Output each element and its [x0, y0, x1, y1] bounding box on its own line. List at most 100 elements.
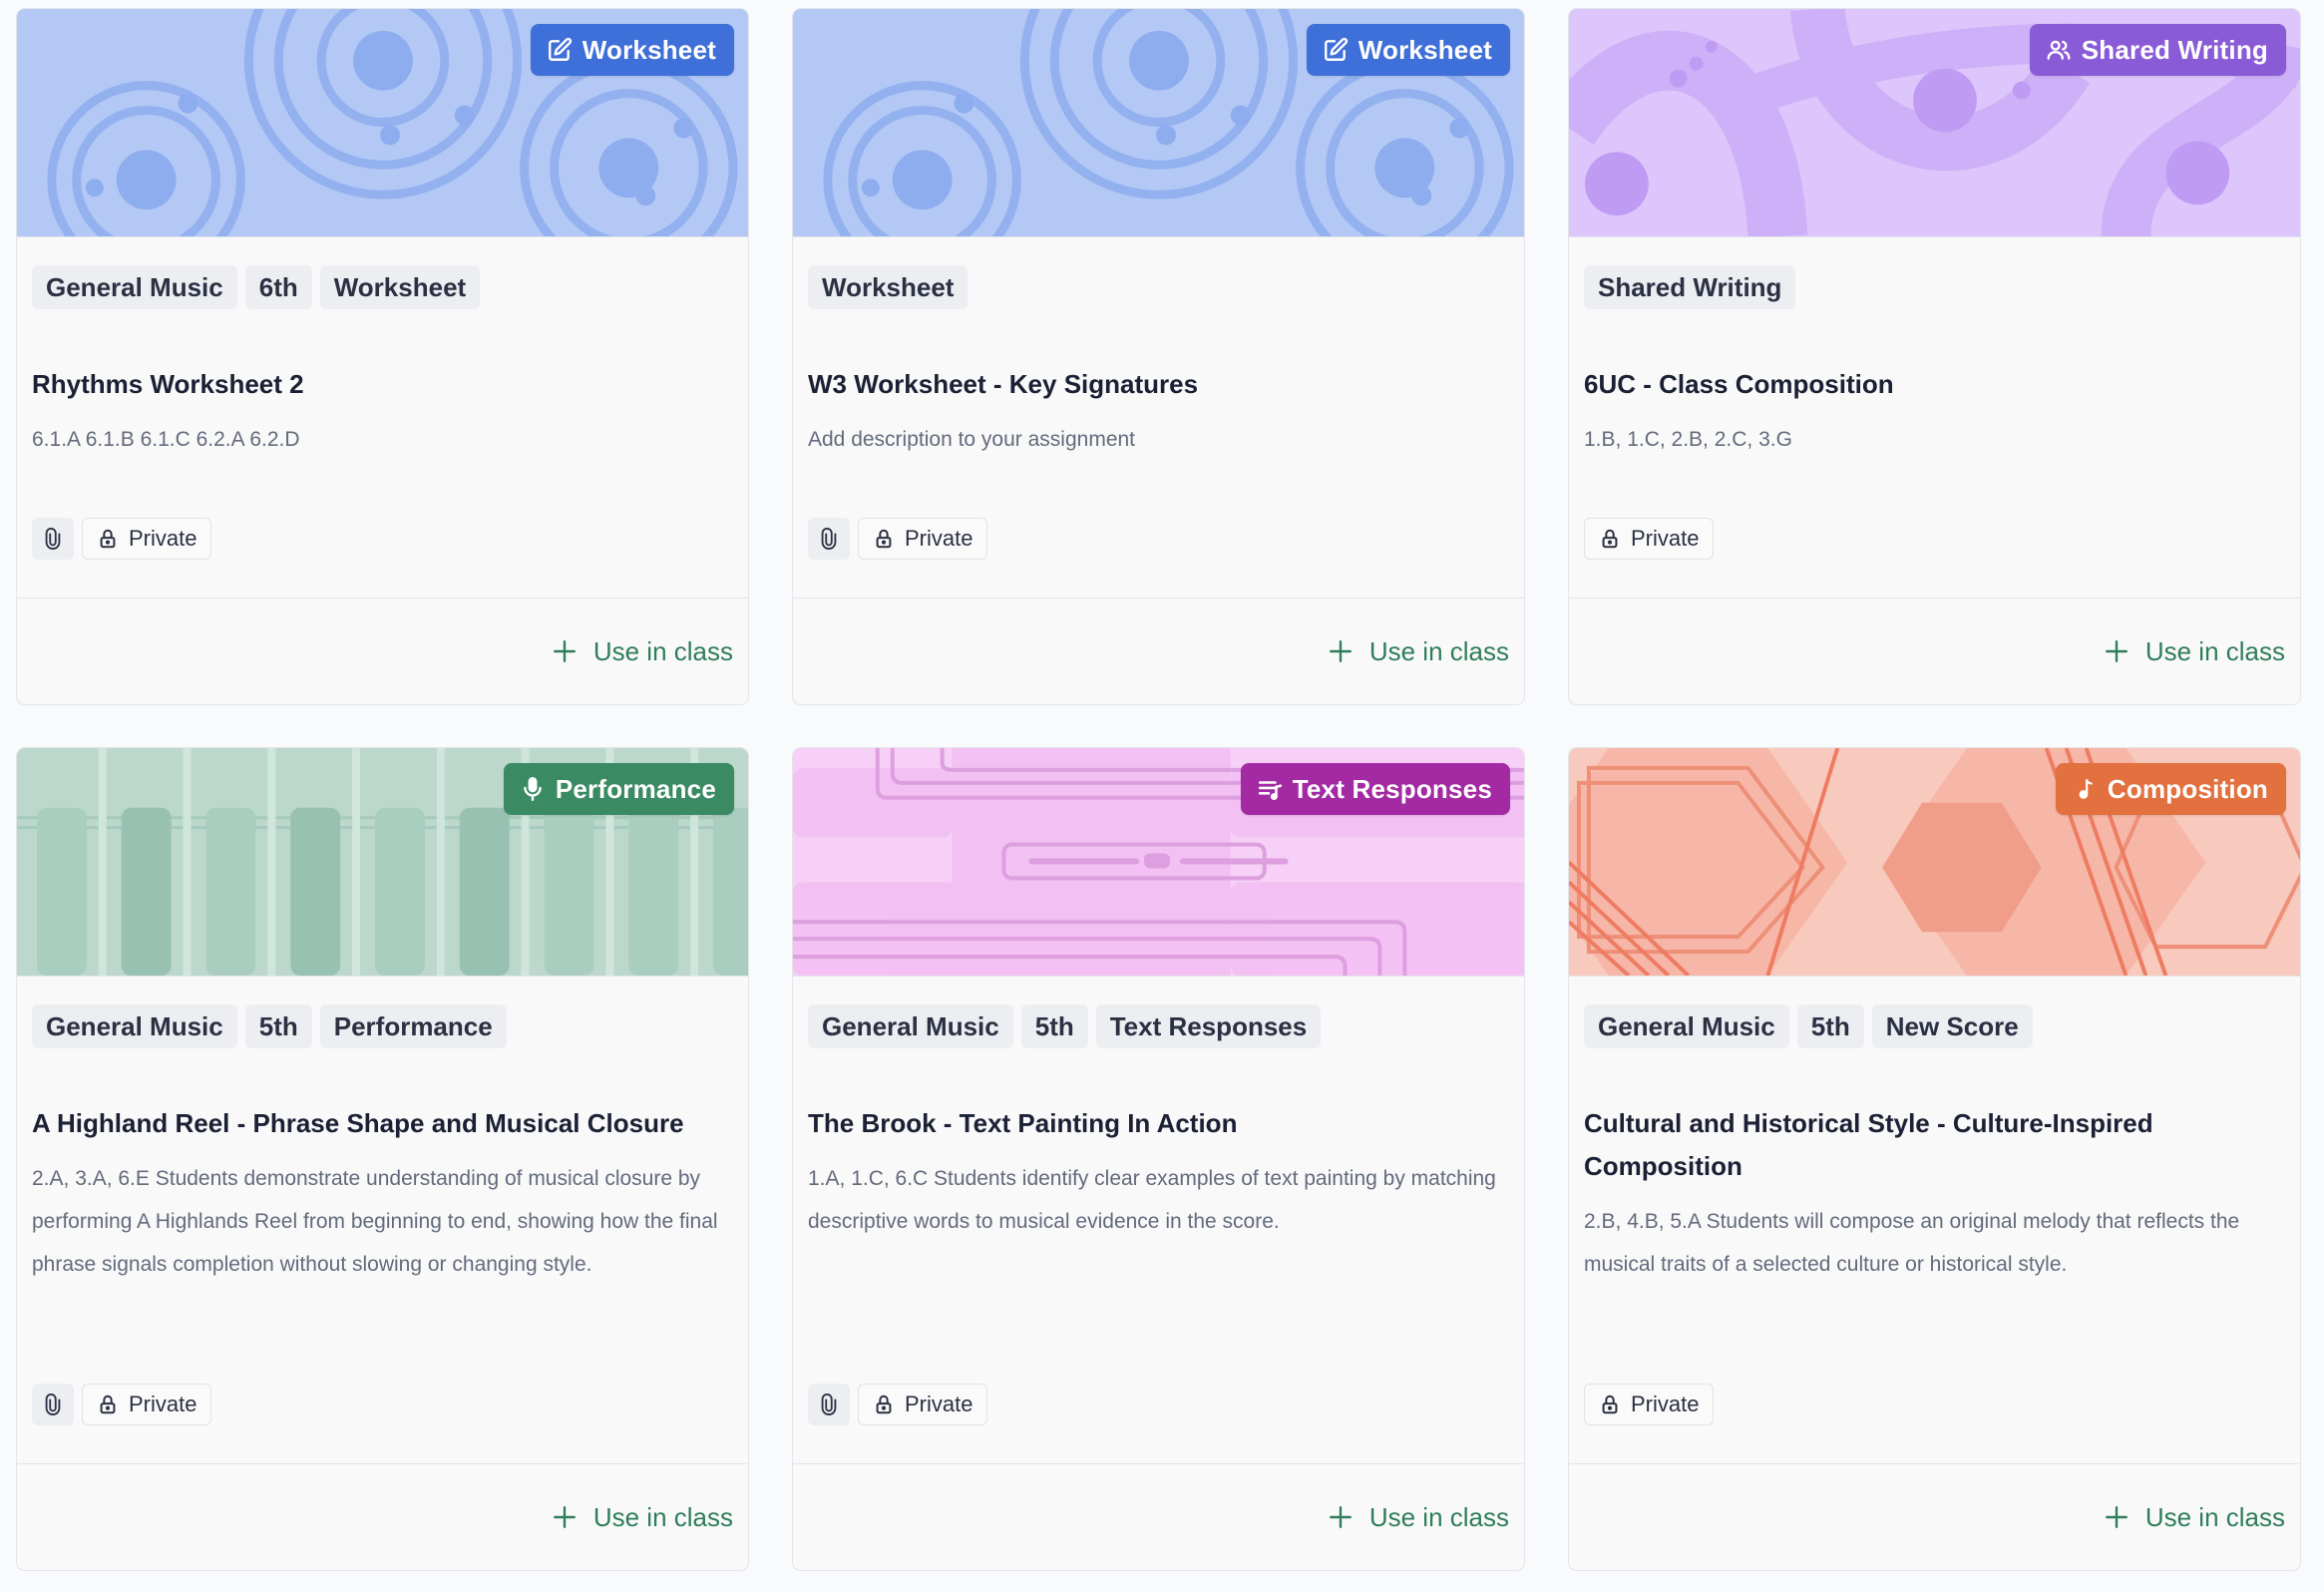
- edit-icon: [1324, 37, 1348, 61]
- tag-list: General Music 5th Performance: [32, 1004, 733, 1048]
- card-description: 1.A, 1.C, 6.C Students identify clear ex…: [808, 1167, 1496, 1233]
- use-in-class-label: Use in class: [592, 635, 733, 666]
- card-banner: Performance: [17, 748, 748, 977]
- tag: 6th: [244, 265, 312, 309]
- card-description: 1.B, 1.C, 2.B, 2.C, 3.G: [1584, 428, 1792, 451]
- use-in-class-button[interactable]: Use in class: [1328, 636, 1509, 667]
- type-badge: Composition: [2055, 763, 2286, 815]
- plus-icon: [2105, 640, 2128, 662]
- card-meta: Private: [32, 1384, 733, 1425]
- card-meta: Private: [808, 1384, 1509, 1425]
- tag: Shared Writing: [1584, 265, 1796, 309]
- users-icon: [2047, 40, 2071, 60]
- visibility-chip: Private: [858, 1384, 988, 1425]
- visibility-label: Private: [129, 1392, 197, 1416]
- card-title[interactable]: The Brook - Text Painting In Action: [808, 1102, 1509, 1145]
- use-in-class-button[interactable]: Use in class: [1328, 1502, 1509, 1533]
- visibility-chip: Private: [1584, 1384, 1715, 1425]
- lock-icon: [1602, 529, 1618, 549]
- type-badge-label: Composition: [2107, 773, 2268, 804]
- attachment-chip: [808, 1384, 850, 1425]
- edit-icon: [548, 37, 572, 61]
- card-description: Add description to your assignment: [808, 428, 1136, 451]
- lock-icon: [876, 1394, 892, 1414]
- use-in-class-label: Use in class: [2144, 635, 2285, 666]
- plus-icon: [2105, 1506, 2128, 1528]
- card-description: 6.1.A 6.1.B 6.1.C 6.2.A 6.2.D: [32, 428, 300, 451]
- use-in-class-button[interactable]: Use in class: [552, 1502, 733, 1533]
- tag-list: Shared Writing: [1584, 265, 2285, 309]
- type-badge-label: Text Responses: [1292, 773, 1492, 804]
- card-title[interactable]: Cultural and Historical Style - Culture-…: [1584, 1102, 2285, 1188]
- type-badge: Worksheet: [1306, 24, 1510, 76]
- assignment-card[interactable]: Composition General Music 5th New Score …: [1568, 747, 2301, 1571]
- card-title[interactable]: W3 Worksheet - Key Signatures: [808, 363, 1509, 406]
- tag-list: General Music 6th Worksheet: [32, 265, 733, 309]
- card-description: 2.A, 3.A, 6.E Students demonstrate under…: [32, 1167, 718, 1276]
- tag: New Score: [1871, 1004, 2033, 1048]
- type-badge: Text Responses: [1240, 763, 1510, 815]
- tag: General Music: [808, 1004, 1013, 1048]
- tag: General Music: [32, 1004, 237, 1048]
- tag: 5th: [1796, 1004, 1864, 1048]
- plus-icon: [1329, 640, 1352, 662]
- attachment-chip: [808, 518, 850, 560]
- plus-icon: [553, 640, 576, 662]
- text-lines-icon: [1258, 781, 1282, 801]
- card-title[interactable]: Rhythms Worksheet 2: [32, 363, 733, 406]
- card-banner: Text Responses: [793, 748, 1524, 977]
- assignment-card[interactable]: Shared Writing Shared Writing 6UC - Clas…: [1568, 8, 2301, 705]
- tag-list: General Music 5th Text Responses: [808, 1004, 1509, 1048]
- tag: Text Responses: [1095, 1004, 1322, 1048]
- tag: Worksheet: [319, 265, 481, 309]
- music-note-icon: [2079, 779, 2093, 799]
- attachment-chip: [32, 1384, 74, 1425]
- visibility-chip: Private: [858, 518, 988, 560]
- type-badge: Performance: [503, 763, 734, 815]
- tag: General Music: [32, 265, 237, 309]
- tag: Performance: [319, 1004, 507, 1048]
- type-badge-label: Performance: [555, 773, 716, 804]
- paperclip-icon: [45, 1393, 61, 1415]
- card-meta: Private: [808, 518, 1509, 560]
- card-meta: Private: [1584, 518, 2285, 560]
- card-meta: Private: [1584, 1384, 2285, 1425]
- paperclip-icon: [821, 528, 837, 550]
- tag: 5th: [1020, 1004, 1088, 1048]
- tag-list: General Music 5th New Score: [1584, 1004, 2285, 1048]
- use-in-class-button[interactable]: Use in class: [2104, 636, 2285, 667]
- visibility-label: Private: [129, 526, 197, 551]
- card-description: 2.B, 4.B, 5.A Students will compose an o…: [1584, 1210, 2240, 1276]
- use-in-class-label: Use in class: [1368, 1501, 1509, 1532]
- card-title[interactable]: A Highland Reel - Phrase Shape and Music…: [32, 1102, 733, 1145]
- lock-icon: [1602, 1394, 1618, 1414]
- use-in-class-label: Use in class: [2144, 1501, 2285, 1532]
- tag: General Music: [1584, 1004, 1789, 1048]
- plus-icon: [553, 1506, 576, 1528]
- assignment-card[interactable]: Performance General Music 5th Performanc…: [16, 747, 749, 1571]
- type-badge-label: Shared Writing: [2081, 34, 2268, 65]
- assignment-card[interactable]: Worksheet General Music 6th Worksheet Rh…: [16, 8, 749, 705]
- visibility-label: Private: [1631, 526, 1700, 551]
- use-in-class-button[interactable]: Use in class: [552, 636, 733, 667]
- visibility-label: Private: [905, 526, 973, 551]
- assignment-card-grid: Worksheet General Music 6th Worksheet Rh…: [16, 8, 2301, 1571]
- tag: Worksheet: [808, 265, 968, 309]
- type-badge: Shared Writing: [2029, 24, 2286, 76]
- attachment-chip: [32, 518, 74, 560]
- card-banner: Shared Writing: [1569, 9, 2300, 237]
- lock-icon: [100, 1394, 116, 1414]
- visibility-chip: Private: [1584, 518, 1715, 560]
- tag: 5th: [244, 1004, 312, 1048]
- visibility-chip: Private: [82, 1384, 212, 1425]
- card-meta: Private: [32, 518, 733, 560]
- assignment-card[interactable]: Worksheet Worksheet W3 Worksheet - Key S…: [792, 8, 1525, 705]
- tag-list: Worksheet: [808, 265, 1509, 309]
- use-in-class-button[interactable]: Use in class: [2104, 1502, 2285, 1533]
- card-title[interactable]: 6UC - Class Composition: [1584, 363, 2285, 406]
- lock-icon: [876, 529, 892, 549]
- card-banner: Worksheet: [17, 9, 748, 237]
- plus-icon: [1329, 1506, 1352, 1528]
- assignment-card[interactable]: Text Responses General Music 5th Text Re…: [792, 747, 1525, 1571]
- type-badge-label: Worksheet: [581, 34, 716, 65]
